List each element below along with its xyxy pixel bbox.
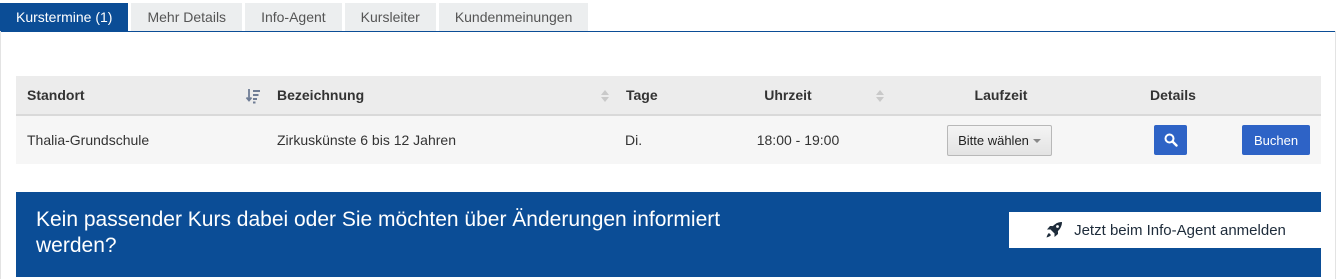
cell-uhrzeit: 18:00 - 19:00: [756, 132, 840, 148]
buchen-button[interactable]: Buchen: [1242, 125, 1310, 155]
rocket-icon: [1046, 222, 1063, 238]
search-icon: [1164, 133, 1178, 147]
cell-bezeichnung: Zirkuskünste 6 bis 12 Jahren: [277, 132, 456, 148]
header-laufzeit: Laufzeit: [974, 87, 1028, 103]
laufzeit-select[interactable]: Bitte wählen: [947, 124, 1052, 156]
tab-info-agent[interactable]: Info-Agent: [245, 3, 342, 31]
tab-kundenmeinungen[interactable]: Kundenmeinungen: [438, 3, 589, 31]
details-search-button[interactable]: [1154, 125, 1187, 155]
tab-mehr-details[interactable]: Mehr Details: [131, 3, 243, 31]
header-details: Details: [1150, 87, 1196, 103]
info-agent-banner: Kein passender Kurs dabei oder Sie möcht…: [16, 192, 1321, 277]
header-uhrzeit[interactable]: Uhrzeit: [716, 76, 860, 114]
tab-kurstermine[interactable]: Kurstermine (1): [0, 3, 129, 31]
sort-updown-icon[interactable]: [872, 88, 888, 104]
details-cell: [1154, 116, 1187, 164]
page: Kurstermine (1) Mehr Details Info-Agent …: [0, 0, 1339, 279]
header-standort[interactable]: Standort: [27, 76, 85, 114]
header-tage: Tage: [626, 87, 658, 103]
course-table: Standort Bezeichnung Tage Uhrzeit Laufze…: [16, 76, 1321, 164]
tab-divider: [0, 31, 1336, 32]
caret-down-icon: [1032, 139, 1041, 143]
sort-updown-icon[interactable]: [597, 88, 613, 104]
table-row: Thalia-Grundschule Zirkuskünste 6 bis 12…: [16, 116, 1321, 164]
book-cell: Buchen: [1242, 116, 1310, 164]
table-header: Standort Bezeichnung Tage Uhrzeit Laufze…: [16, 76, 1321, 116]
tab-bar: Kurstermine (1) Mehr Details Info-Agent …: [0, 3, 591, 31]
header-bezeichnung[interactable]: Bezeichnung: [277, 76, 364, 114]
cell-tage: Di.: [625, 132, 643, 148]
info-agent-signup-button[interactable]: Jetzt beim Info-Agent anmelden: [1009, 212, 1321, 248]
banner-text: Kein passender Kurs dabei oder Sie möcht…: [36, 208, 721, 257]
laufzeit-cell: Bitte wählen: [947, 116, 1052, 164]
cell-standort: Thalia-Grundschule: [27, 132, 150, 148]
panel-border-right: [1335, 31, 1336, 279]
sort-amount-icon[interactable]: [245, 88, 261, 104]
tab-kursleiter[interactable]: Kursleiter: [344, 3, 436, 31]
panel-border-left: [0, 31, 1, 279]
